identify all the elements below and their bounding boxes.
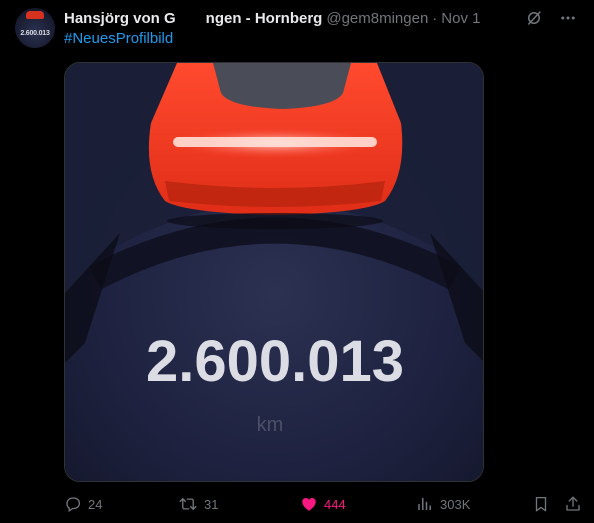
action-bar: 24 31 444 303K bbox=[64, 492, 584, 516]
tweet-header: Hansjörg von G ngen - Hornberg @gem8ming… bbox=[64, 8, 480, 28]
tweet-image[interactable]: 2.600.013 km bbox=[64, 62, 484, 482]
tweet: 2.600.013 Hansjörg von G ngen - Hornberg… bbox=[0, 0, 594, 523]
repost-button[interactable]: 31 bbox=[178, 492, 218, 516]
handle[interactable]: @gem8mingen bbox=[326, 10, 428, 27]
avatar[interactable]: 2.600.013 bbox=[15, 8, 55, 48]
views-icon bbox=[416, 495, 434, 513]
bookmark-button[interactable] bbox=[532, 492, 550, 516]
odometer-value: 2.600.013 bbox=[146, 329, 404, 394]
repost-icon bbox=[178, 495, 198, 513]
grok-icon[interactable] bbox=[524, 8, 544, 28]
more-icon[interactable] bbox=[558, 8, 578, 28]
views-count: 303K bbox=[440, 496, 471, 512]
odometer-unit: km bbox=[257, 414, 284, 436]
reply-button[interactable]: 24 bbox=[64, 492, 102, 516]
share-button[interactable] bbox=[564, 492, 582, 516]
avatar-car-shape bbox=[26, 11, 44, 19]
odometer-photo: 2.600.013 km bbox=[65, 63, 483, 481]
like-count: 444 bbox=[324, 496, 346, 512]
heart-icon bbox=[300, 495, 318, 513]
display-name[interactable]: Hansjörg von G ngen - Hornberg bbox=[64, 10, 322, 27]
avatar-text: 2.600.013 bbox=[20, 30, 50, 37]
reply-icon bbox=[64, 495, 82, 513]
tweet-date[interactable]: Nov 1 bbox=[441, 10, 480, 27]
repost-count: 31 bbox=[204, 496, 219, 512]
hashtag-link[interactable]: #NeuesProfilbild bbox=[64, 30, 173, 47]
bookmark-icon bbox=[532, 495, 550, 513]
separator-dot: · bbox=[432, 9, 438, 27]
share-icon bbox=[564, 495, 582, 513]
views-button[interactable]: 303K bbox=[416, 492, 470, 516]
like-button[interactable]: 444 bbox=[300, 492, 346, 516]
reply-count: 24 bbox=[88, 496, 103, 512]
header-icons bbox=[524, 8, 578, 28]
